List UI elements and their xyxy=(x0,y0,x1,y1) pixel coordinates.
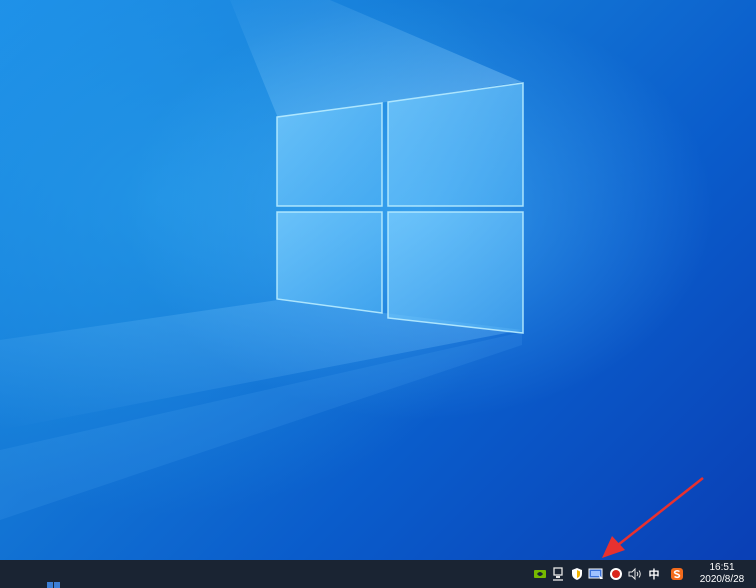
taskbar: 中 16:51 2020/8/28 xyxy=(0,560,756,588)
logo-pane-bottom-right xyxy=(387,211,524,334)
record-icon[interactable] xyxy=(608,560,624,588)
logo-pane-top-right xyxy=(387,82,524,207)
sogou-input-icon[interactable] xyxy=(669,560,685,588)
logo-pane-top-left xyxy=(276,102,383,207)
clock-date: 2020/8/28 xyxy=(699,574,745,585)
clock-time: 16:51 xyxy=(709,562,735,573)
network-icon[interactable] xyxy=(550,560,566,588)
windows-logo-wallpaper xyxy=(0,0,704,558)
logo-pane-bottom-left xyxy=(276,211,383,314)
desktop-wallpaper xyxy=(0,0,756,560)
volume-icon[interactable] xyxy=(627,560,643,588)
windows-logo xyxy=(276,82,524,334)
start-button[interactable] xyxy=(44,560,60,588)
input-method-indicator[interactable]: 中 xyxy=(646,560,662,588)
red-annotation-arrow xyxy=(602,477,704,558)
security-shield-icon[interactable] xyxy=(569,560,585,588)
taskbar-clock[interactable]: 16:51 2020/8/28 xyxy=(696,562,748,586)
ime-label: 中 xyxy=(648,569,660,581)
display-settings-icon[interactable] xyxy=(588,560,604,588)
nvidia-icon[interactable] xyxy=(532,560,548,588)
